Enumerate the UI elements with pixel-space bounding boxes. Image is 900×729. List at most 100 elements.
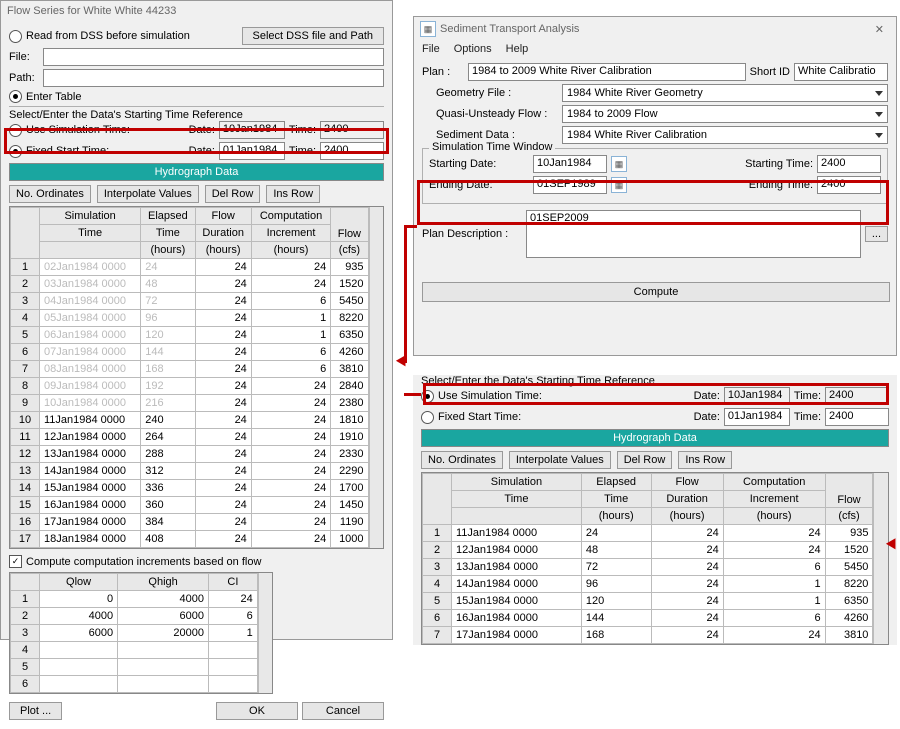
path-label: Path: [9, 72, 39, 84]
flow-series-title: Flow Series for White White 44233 [7, 5, 176, 17]
del-row-button[interactable]: Del Row [205, 185, 261, 203]
table-row[interactable]: 6 07Jan1984 0000 144 2464260 [11, 344, 369, 361]
table-row[interactable]: 12 13Jan1984 0000 288 24242330 [11, 446, 369, 463]
fix-time-input[interactable]: 2400 [320, 142, 384, 160]
table-row[interactable]: 14 15Jan1984 0000 336 24241700 [11, 480, 369, 497]
table-row[interactable]: 2 12Jan1984 000048 24241520 [423, 542, 873, 559]
frag-use-sim-radio[interactable] [421, 390, 434, 403]
start-time-input[interactable]: 2400 [817, 155, 881, 173]
table-row[interactable]: 16 17Jan1984 0000 384 24241190 [11, 514, 369, 531]
q-table[interactable]: Qlow Qhigh CI 10400024240006000636000200… [10, 573, 258, 693]
frag-no-ord[interactable]: No. Ordinates [421, 451, 503, 469]
menubar: File Options Help [414, 41, 896, 57]
plot-button[interactable]: Plot ... [9, 702, 62, 720]
frag-sim-time: 2400 [825, 387, 889, 405]
enter-table-label: Enter Table [26, 91, 81, 103]
fixed-start-radio[interactable] [9, 145, 22, 158]
time-label-1: Time: [289, 124, 316, 136]
frag-fix-date[interactable]: 01Jan1984 [724, 408, 790, 426]
calendar-icon[interactable]: ▦ [611, 156, 627, 172]
fix-date-input[interactable]: 01Jan1984 [219, 142, 285, 160]
frag-table[interactable]: Simulation Elapsed Flow Computation Flow… [422, 473, 873, 644]
sim-window-group: Simulation Time Window Starting Date: 10… [422, 148, 888, 204]
q-scrollbar[interactable] [258, 573, 272, 693]
select-dss-button[interactable]: Select DSS file and Path [242, 27, 384, 45]
frag-del-row[interactable]: Del Row [617, 451, 673, 469]
fixed-start-label: Fixed Start Time: [26, 145, 185, 157]
table-row[interactable]: 10400024 [11, 591, 258, 608]
path-input[interactable] [43, 69, 384, 87]
table-scrollbar[interactable] [369, 207, 383, 548]
table-row[interactable]: 4 [11, 642, 258, 659]
table-row[interactable]: 3 04Jan1984 0000 72 2465450 [11, 293, 369, 310]
table-row[interactable]: 3 13Jan1984 000072 2465450 [423, 559, 873, 576]
geom-label: Geometry File : [436, 87, 558, 99]
end-time-input[interactable]: 2400 [817, 176, 881, 194]
calendar-icon[interactable]: ▦ [611, 177, 627, 193]
frag-fix-time[interactable]: 2400 [825, 408, 889, 426]
hydrograph-table[interactable]: Simulation Elapsed Flow Computation Flow… [10, 207, 369, 548]
short-id-input[interactable]: White Calibratio [794, 63, 888, 81]
table-row[interactable]: 1 02Jan1984 0000 24 2424935 [11, 259, 369, 276]
cancel-button[interactable]: Cancel [302, 702, 384, 720]
annotation-line [404, 225, 417, 228]
use-sim-radio[interactable] [9, 124, 22, 137]
compute-increments-check[interactable]: ✓ [9, 555, 22, 568]
sed-select[interactable]: 1984 White River Calibration [562, 126, 888, 144]
compute-button[interactable]: Compute [422, 282, 890, 302]
table-row[interactable]: 2 03Jan1984 0000 48 24241520 [11, 276, 369, 293]
table-row[interactable]: 7 08Jan1984 0000 168 2463810 [11, 361, 369, 378]
table-row[interactable]: 6 16Jan1984 0000144 2464260 [423, 610, 873, 627]
table-row[interactable]: 7 17Jan1984 0000168 24243810 [423, 627, 873, 644]
table-row[interactable]: 9 10Jan1984 0000 216 24242380 [11, 395, 369, 412]
end-time-label: Ending Time: [749, 179, 813, 191]
date-label-1: Date: [189, 124, 215, 136]
frag-ins-row[interactable]: Ins Row [678, 451, 732, 469]
ok-button[interactable]: OK [216, 702, 298, 720]
file-input[interactable] [43, 48, 384, 66]
no-ordinates-button[interactable]: No. Ordinates [9, 185, 91, 203]
qus-select[interactable]: 1984 to 2009 Flow [562, 105, 888, 123]
table-row[interactable]: 11 12Jan1984 0000 264 24241910 [11, 429, 369, 446]
frag-use-sim-label: Use Simulation Time: [438, 390, 690, 402]
close-icon[interactable]: ✕ [869, 23, 890, 36]
plan-desc-input[interactable]: 01SEP2009 [526, 210, 861, 258]
table-row[interactable]: 13 14Jan1984 0000 312 24242290 [11, 463, 369, 480]
start-date-label: Starting Date: [429, 158, 529, 170]
menu-help[interactable]: Help [506, 43, 529, 55]
table-row[interactable]: 4 05Jan1984 0000 96 2418220 [11, 310, 369, 327]
table-row[interactable]: 17 18Jan1984 0000 408 24241000 [11, 531, 369, 548]
flow-series-window: Flow Series for White White 44233 Read f… [0, 0, 393, 640]
enter-table-radio[interactable] [9, 90, 22, 103]
table-row[interactable]: 5 [11, 659, 258, 676]
frag-fixed-radio[interactable] [421, 411, 434, 424]
read-dss-radio[interactable] [9, 30, 22, 43]
table-row[interactable]: 10 11Jan1984 0000 240 24241810 [11, 412, 369, 429]
table-row[interactable]: 36000200001 [11, 625, 258, 642]
menu-file[interactable]: File [422, 43, 440, 55]
ins-row-button[interactable]: Ins Row [266, 185, 320, 203]
frag-interp[interactable]: Interpolate Values [509, 451, 611, 469]
read-dss-label: Read from DSS before simulation [26, 30, 238, 42]
table-row[interactable]: 15 16Jan1984 0000 360 24241450 [11, 497, 369, 514]
table-row[interactable]: 4 14Jan1984 000096 2418220 [423, 576, 873, 593]
annotation-line [404, 225, 407, 363]
end-date-input[interactable]: 01SEP1989 [533, 176, 607, 194]
sed-title: Sediment Transport Analysis [440, 23, 579, 35]
plan-desc-more-button[interactable]: ... [865, 226, 888, 242]
plan-input[interactable]: 1984 to 2009 White River Calibration [468, 63, 746, 81]
table-row[interactable]: 8 09Jan1984 0000 192 24242840 [11, 378, 369, 395]
frag-fixed-label: Fixed Start Time: [438, 411, 690, 423]
table-row[interactable]: 1 11Jan1984 000024 2424935 [423, 525, 873, 542]
geom-select[interactable]: 1984 White River Geometry [562, 84, 888, 102]
table-row[interactable]: 2400060006 [11, 608, 258, 625]
frag-scrollbar[interactable] [873, 473, 888, 644]
table-row[interactable]: 6 [11, 676, 258, 693]
annotation-line [404, 393, 421, 396]
menu-options[interactable]: Options [454, 43, 492, 55]
interpolate-button[interactable]: Interpolate Values [97, 185, 199, 203]
table-row[interactable]: 5 06Jan1984 0000 120 2416350 [11, 327, 369, 344]
table-row[interactable]: 5 15Jan1984 0000120 2416350 [423, 593, 873, 610]
sim-time: 2400 [320, 121, 384, 139]
start-date-input[interactable]: 10Jan1984 [533, 155, 607, 173]
